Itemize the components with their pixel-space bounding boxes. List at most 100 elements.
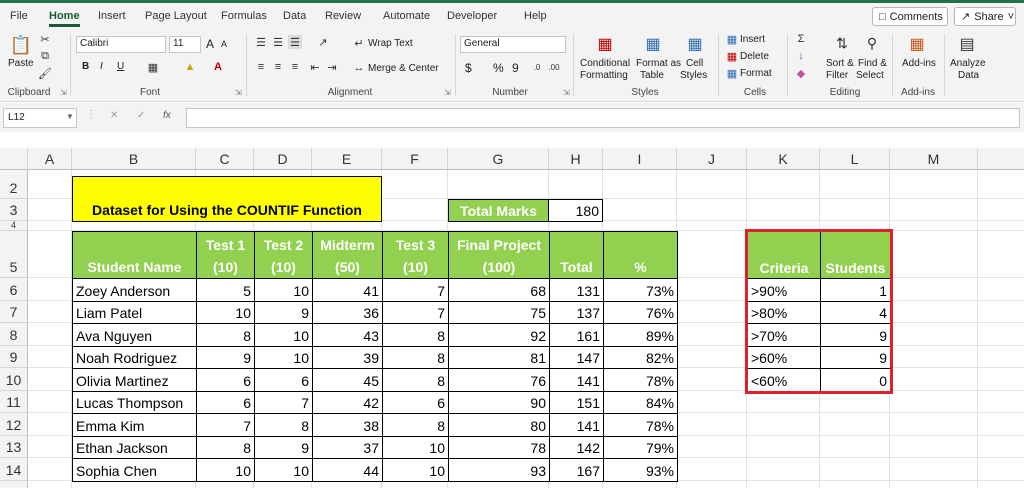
tab-file[interactable]: File	[10, 10, 28, 22]
number-format-select[interactable]: General	[460, 36, 566, 53]
column-header[interactable]: M	[890, 148, 978, 170]
final-project-cell[interactable]: 90	[448, 391, 550, 414]
final-project-cell[interactable]: 81	[448, 346, 550, 369]
align-right-icon[interactable]: ≡	[288, 60, 302, 74]
comments-button[interactable]: □ Comments	[872, 7, 948, 26]
percent-cell[interactable]: 89%	[603, 323, 678, 347]
test-2-cell[interactable]: 9	[254, 301, 313, 324]
row-header[interactable]: 9	[0, 346, 28, 368]
select-all-corner[interactable]	[0, 148, 28, 170]
test-3-cell[interactable]: 8	[382, 413, 449, 437]
test-1-cell[interactable]: 5	[196, 278, 255, 302]
total-marks-value[interactable]: 180	[548, 199, 603, 222]
test-1-cell[interactable]: 8	[196, 436, 255, 459]
midterm-cell[interactable]: 36	[312, 301, 383, 324]
final-project-cell[interactable]: 68	[448, 278, 550, 302]
midterm-cell[interactable]: 38	[312, 413, 383, 437]
insert-function-icon[interactable]: fx	[163, 110, 171, 121]
row-header-partial[interactable]	[0, 481, 28, 488]
total-cell[interactable]: 161	[549, 323, 604, 347]
percent-cell[interactable]: 76%	[603, 301, 678, 324]
column-header[interactable]: H	[549, 148, 603, 170]
orientation-icon[interactable]: ↗	[312, 35, 334, 49]
test-1-cell[interactable]: 10	[196, 458, 255, 482]
percent-cell[interactable]: 78%	[603, 368, 678, 392]
row-header[interactable]: 10	[0, 368, 28, 391]
header-test-3[interactable]: Test 3 (10)	[382, 231, 449, 279]
percent-cell[interactable]: 84%	[603, 391, 678, 414]
midterm-cell[interactable]: 44	[312, 458, 383, 482]
format-as-table-button[interactable]: Format as	[636, 58, 681, 69]
test-1-cell[interactable]: 6	[196, 391, 255, 414]
total-cell[interactable]: 131	[549, 278, 604, 302]
criteria-cell[interactable]: >70%	[747, 323, 821, 347]
percent-cell[interactable]: 93%	[603, 458, 678, 482]
test-1-cell[interactable]: 8	[196, 323, 255, 347]
final-project-cell[interactable]: 76	[448, 368, 550, 392]
test-3-cell[interactable]: 10	[382, 436, 449, 459]
wrap-text-button[interactable]: Wrap Text	[368, 38, 413, 49]
decrease-indent-icon[interactable]: ⇤	[308, 60, 322, 74]
midterm-cell[interactable]: 42	[312, 391, 383, 414]
delete-cells-button[interactable]: Delete	[740, 51, 769, 62]
bold-button[interactable]: B	[82, 61, 89, 72]
test-3-cell[interactable]: 7	[382, 301, 449, 324]
row-header[interactable]: 5	[0, 231, 28, 278]
insert-cells-button[interactable]: Insert	[740, 34, 765, 45]
row-header[interactable]: 12	[0, 413, 28, 436]
test-3-cell[interactable]: 10	[382, 458, 449, 482]
students-count-cell[interactable]: 9	[820, 346, 891, 369]
conditional-formatting-button[interactable]: Conditional	[580, 58, 630, 69]
test-2-cell[interactable]: 10	[254, 323, 313, 347]
percent-cell[interactable]: 82%	[603, 346, 678, 369]
total-cell[interactable]: 137	[549, 301, 604, 324]
format-cells-button[interactable]: Format	[740, 68, 772, 79]
increase-indent-icon[interactable]: ⇥	[325, 60, 339, 74]
tab-formulas[interactable]: Formulas	[221, 10, 267, 22]
row-header[interactable]: 11	[0, 391, 28, 413]
midterm-cell[interactable]: 37	[312, 436, 383, 459]
header-percent[interactable]: %	[603, 231, 678, 279]
column-header[interactable]: I	[603, 148, 677, 170]
students-count-cell[interactable]: 1	[820, 278, 891, 302]
column-header[interactable]: E	[312, 148, 382, 170]
tab-review[interactable]: Review	[325, 10, 361, 22]
header-midterm[interactable]: Midterm (50)	[312, 231, 383, 279]
percent-cell[interactable]: 78%	[603, 413, 678, 437]
column-header-blank[interactable]	[978, 148, 1024, 170]
test-2-cell[interactable]: 8	[254, 413, 313, 437]
tab-data[interactable]: Data	[283, 10, 306, 22]
student-name-cell[interactable]: Ethan Jackson	[72, 436, 197, 459]
percent-cell[interactable]: 79%	[603, 436, 678, 459]
header-student-name[interactable]: Student Name	[72, 231, 197, 279]
row-header[interactable]: 7	[0, 301, 28, 323]
test-1-cell[interactable]: 10	[196, 301, 255, 324]
tab-help[interactable]: Help	[524, 10, 547, 22]
number-launcher-icon[interactable]: ⇲	[563, 88, 570, 97]
total-cell[interactable]: 141	[549, 413, 604, 437]
borders-icon[interactable]: ▦	[146, 60, 160, 74]
column-header[interactable]: L	[820, 148, 890, 170]
sort-filter-button[interactable]: Sort &	[826, 58, 854, 69]
row-header[interactable]: 13	[0, 436, 28, 458]
paste-button[interactable]: Paste	[8, 58, 34, 69]
tab-automate[interactable]: Automate	[383, 10, 430, 22]
clear-icon[interactable]: ◆	[795, 67, 807, 80]
criteria-cell[interactable]: >60%	[747, 346, 821, 369]
cut-icon[interactable]: ✂	[38, 32, 52, 46]
header-total[interactable]: Total	[549, 231, 604, 279]
formula-input[interactable]	[186, 108, 1020, 128]
total-cell[interactable]: 167	[549, 458, 604, 482]
criteria-cell[interactable]: >90%	[747, 278, 821, 302]
test-1-cell[interactable]: 7	[196, 413, 255, 437]
tab-home[interactable]: Home	[49, 10, 80, 27]
students-count-cell[interactable]: 0	[820, 368, 891, 392]
tab-developer[interactable]: Developer	[447, 10, 497, 22]
test-2-cell[interactable]: 10	[254, 278, 313, 302]
align-top-icon[interactable]: ☰	[254, 35, 268, 49]
students-count-cell[interactable]: 9	[820, 323, 891, 347]
student-name-cell[interactable]: Sophia Chen	[72, 458, 197, 482]
header-final-project[interactable]: Final Project (100)	[448, 231, 550, 279]
tab-insert[interactable]: Insert	[98, 10, 126, 22]
alignment-launcher-icon[interactable]: ⇲	[444, 88, 451, 97]
